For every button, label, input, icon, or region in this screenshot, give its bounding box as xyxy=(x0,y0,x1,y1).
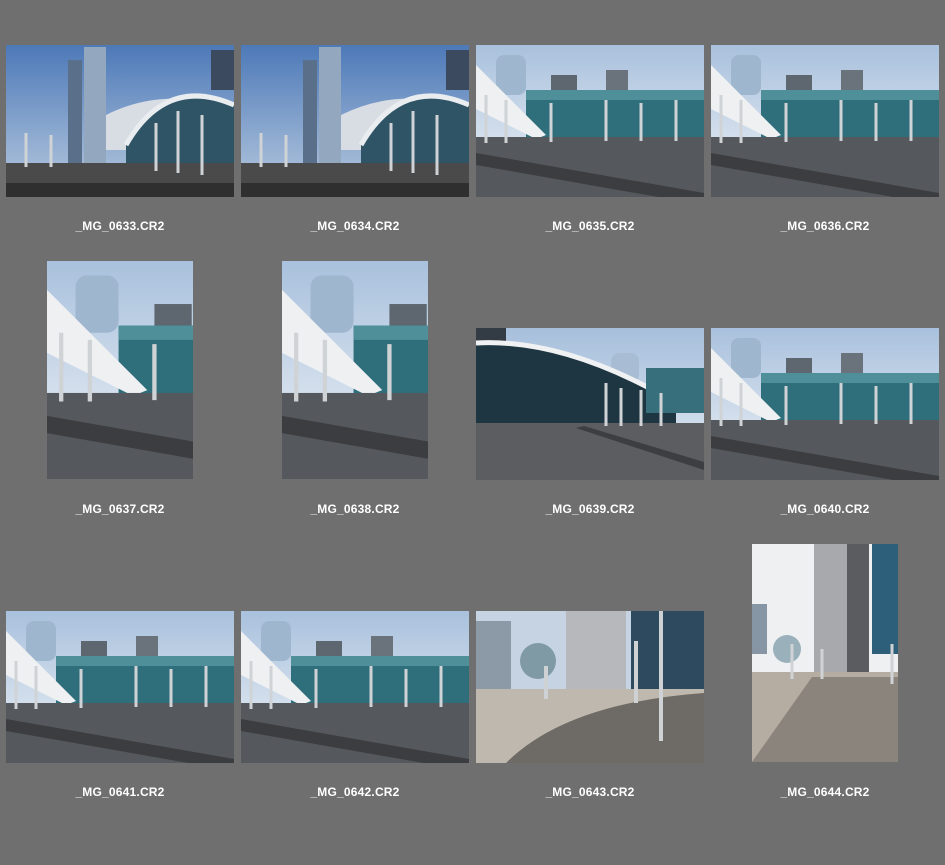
filename-label: _MG_0638.CR2 xyxy=(310,502,400,516)
filename-label: _MG_0634.CR2 xyxy=(310,219,400,233)
photo-frame xyxy=(476,544,704,763)
thumbnail-cell[interactable]: _MG_0641.CR2 xyxy=(6,544,234,814)
thumbnail-cell[interactable]: _MG_0637.CR2 xyxy=(6,261,234,531)
photo-image xyxy=(282,261,428,479)
filename-label: _MG_0640.CR2 xyxy=(780,502,870,516)
photo-frame xyxy=(476,261,704,480)
photo-image xyxy=(711,328,939,480)
filename-label: _MG_0636.CR2 xyxy=(780,219,870,233)
photo-thumbnail[interactable] xyxy=(752,544,898,762)
thumbnail-cell[interactable]: _MG_0643.CR2 xyxy=(476,544,704,814)
thumbnail-cell[interactable]: _MG_0642.CR2 xyxy=(241,544,469,814)
photo-frame xyxy=(476,45,704,205)
filename-label: _MG_0642.CR2 xyxy=(310,785,400,799)
photo-frame xyxy=(241,45,469,205)
filename-label: _MG_0633.CR2 xyxy=(75,219,165,233)
photo-frame xyxy=(6,45,234,205)
photo-image xyxy=(6,45,234,197)
photo-thumbnail[interactable] xyxy=(241,45,469,197)
photo-frame xyxy=(241,261,469,479)
thumbnail-cell[interactable]: _MG_0644.CR2 xyxy=(711,544,939,814)
photo-image xyxy=(241,611,469,763)
photo-frame xyxy=(711,544,939,762)
photo-image xyxy=(476,328,704,480)
filename-label: _MG_0644.CR2 xyxy=(780,785,870,799)
photo-thumbnail[interactable] xyxy=(6,611,234,763)
thumbnail-cell[interactable]: _MG_0638.CR2 xyxy=(241,261,469,531)
photo-image xyxy=(6,611,234,763)
photo-frame xyxy=(6,261,234,479)
filename-label: _MG_0643.CR2 xyxy=(545,785,635,799)
filename-label: _MG_0641.CR2 xyxy=(75,785,165,799)
photo-thumbnail[interactable] xyxy=(711,45,939,197)
photo-image xyxy=(47,261,193,479)
photo-frame xyxy=(711,261,939,480)
photo-frame xyxy=(711,45,939,205)
photo-thumbnail[interactable] xyxy=(476,611,704,763)
photo-thumbnail[interactable] xyxy=(241,611,469,763)
filename-label: _MG_0637.CR2 xyxy=(75,502,165,516)
photo-thumbnail[interactable] xyxy=(711,328,939,480)
filename-label: _MG_0639.CR2 xyxy=(545,502,635,516)
photo-thumbnail[interactable] xyxy=(476,328,704,480)
photo-frame xyxy=(241,544,469,763)
photo-thumbnail[interactable] xyxy=(282,261,428,479)
photo-image xyxy=(752,544,898,762)
photo-image xyxy=(476,45,704,197)
photo-thumbnail[interactable] xyxy=(47,261,193,479)
photo-image xyxy=(241,45,469,197)
filename-label: _MG_0635.CR2 xyxy=(545,219,635,233)
photo-thumbnail[interactable] xyxy=(6,45,234,197)
photo-image xyxy=(711,45,939,197)
photo-image xyxy=(476,611,704,763)
thumbnail-cell[interactable]: _MG_0639.CR2 xyxy=(476,261,704,531)
photo-thumbnail[interactable] xyxy=(476,45,704,197)
photo-frame xyxy=(6,544,234,763)
thumbnail-cell[interactable]: _MG_0640.CR2 xyxy=(711,261,939,531)
